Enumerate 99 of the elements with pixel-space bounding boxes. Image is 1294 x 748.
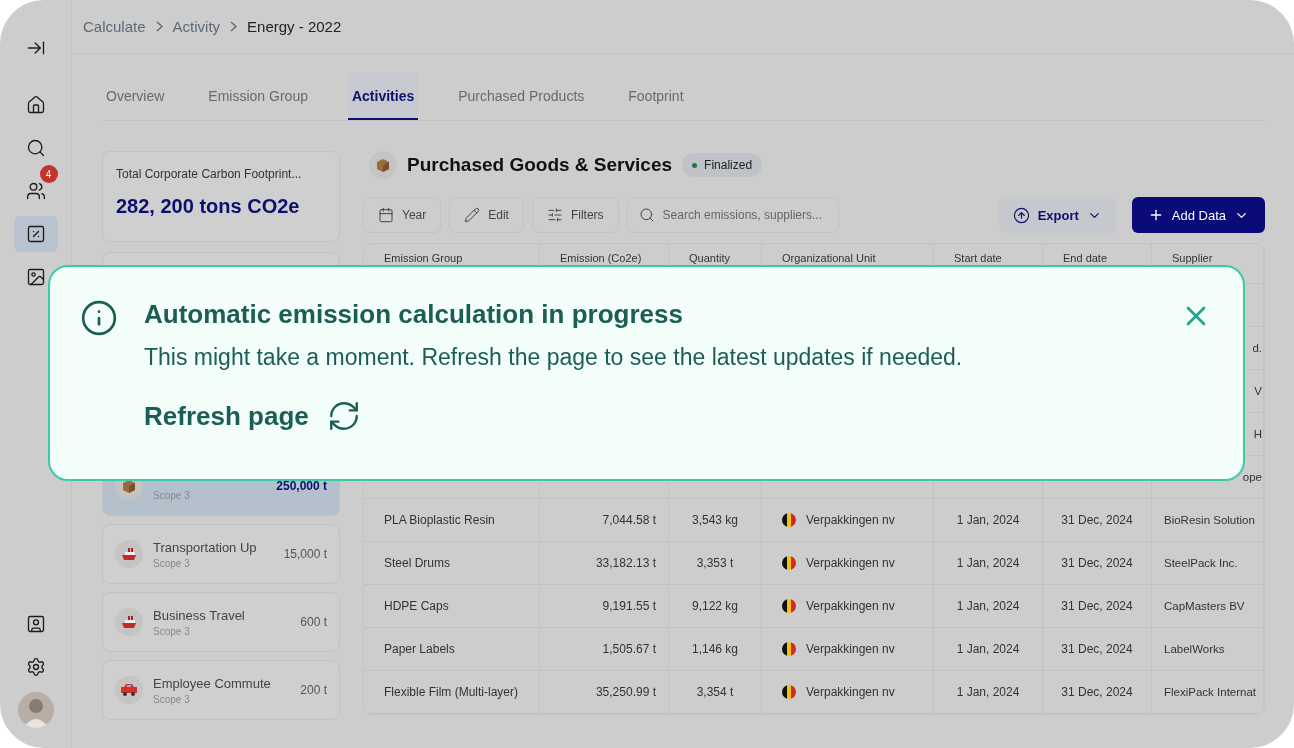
- flag-icon: [782, 599, 796, 613]
- pencil-icon: [464, 207, 481, 223]
- category-scope: Scope 3: [153, 558, 191, 569]
- table-cell: Flexible Film (Multi-layer): [364, 671, 540, 714]
- table-cell: 31 Dec, 2024: [1043, 499, 1152, 542]
- table-cell: 31 Dec, 2024: [1043, 628, 1152, 671]
- table-cell: 31 Dec, 2024: [1043, 585, 1152, 628]
- box-icon: [375, 157, 391, 173]
- tab[interactable]: Purchased Products: [454, 73, 589, 120]
- table-cell: 3,543 kg: [669, 499, 762, 542]
- table-cell: Verpakkingen nv: [806, 642, 895, 656]
- search-icon: [638, 207, 655, 223]
- table-cell: 9,122 kg: [669, 585, 762, 628]
- table-cell: HDPE Caps: [364, 585, 540, 628]
- users-icon: [25, 181, 46, 201]
- table-cell: Verpakkingen nv: [806, 556, 895, 570]
- percent-icon: [25, 224, 46, 244]
- table-cell: 3,353 t: [669, 542, 762, 585]
- category-name: Business Travel: [153, 608, 246, 623]
- export-button[interactable]: Export: [998, 197, 1116, 233]
- settings-icon: [25, 657, 46, 677]
- notification-badge: 4: [39, 165, 58, 183]
- table-cell: 1 Jan, 2024: [934, 671, 1043, 714]
- table-cell: Paper Labels: [364, 628, 540, 671]
- table-cell: 9,191.55 t: [540, 585, 669, 628]
- table-cell: Verpakkingen nv: [806, 685, 895, 699]
- category-card[interactable]: Business Travel Scope 3 600 t: [102, 592, 340, 652]
- page-title: Purchased Goods & Services: [407, 154, 673, 176]
- category-value: 15,000 t: [283, 547, 327, 561]
- summary-label: Total Corporate Carbon Footprint...: [116, 167, 303, 181]
- toast-message: This might take a moment. Refresh the page to see the latest updates if needed.: [144, 344, 964, 371]
- sliders-icon: [546, 207, 563, 223]
- table-cell: 1 Jan, 2024: [934, 628, 1043, 671]
- table-cell: 31 Dec, 2024: [1043, 542, 1152, 585]
- table-cell: BioResin Solution: [1152, 499, 1264, 542]
- status-label: Finalized: [704, 158, 753, 172]
- flag-icon: [782, 685, 796, 699]
- category-name: Transportation Up: [153, 540, 258, 555]
- category-value: 200 t: [300, 683, 327, 697]
- table-cell: 35,250.99 t: [540, 671, 669, 714]
- breadcrumb-link[interactable]: Energy - 2022: [247, 18, 342, 35]
- category-card[interactable]: Employee Commute Scope 3 200 t: [102, 660, 340, 720]
- category-scope: Scope 3: [153, 694, 191, 705]
- info-icon: [80, 299, 118, 337]
- nav-button[interactable]: [13, 216, 58, 252]
- car-icon: [120, 683, 138, 697]
- avatar[interactable]: [17, 692, 54, 728]
- table-cell: SteelPack Inc.: [1152, 542, 1264, 585]
- category-name: Employee Commute: [153, 676, 272, 691]
- category-value: 600 t: [300, 615, 327, 629]
- ship-icon: [121, 614, 137, 630]
- table-cell: 33,182.13 t: [540, 542, 669, 585]
- category-scope: Scope 3: [153, 490, 191, 501]
- table-cell: CapMasters BV: [1152, 585, 1264, 628]
- table-cell: 1,505.67 t: [540, 628, 669, 671]
- refresh-link[interactable]: Refresh page: [144, 399, 361, 433]
- table-cell: 1,146 kg: [669, 628, 762, 671]
- table-cell: 3,354 t: [669, 671, 762, 714]
- table-cell: LabelWorks: [1152, 628, 1264, 671]
- flag-icon: [782, 556, 796, 570]
- category-value: 250,000 t: [276, 479, 327, 493]
- category-scope: Scope 3: [153, 626, 191, 637]
- flag-icon: [782, 513, 796, 527]
- table-cell: 1 Jan, 2024: [934, 542, 1043, 585]
- ship-icon: [121, 546, 137, 562]
- status-dot: [692, 162, 698, 168]
- table-cell: Steel Drums: [364, 542, 540, 585]
- summary-value: 282, 200 tons CO2e: [116, 195, 301, 218]
- tab[interactable]: Emission Group: [204, 73, 312, 120]
- chevron-icon: [230, 21, 238, 32]
- table-cell: 7,044.58 t: [540, 499, 669, 542]
- table-cell: Verpakkingen nv: [806, 599, 895, 613]
- table-cell: Verpakkingen nv: [806, 513, 895, 527]
- table-cell: 31 Dec, 2024: [1043, 671, 1152, 714]
- flag-icon: [782, 642, 796, 656]
- tab[interactable]: Activities: [347, 73, 419, 120]
- toolbar-button[interactable]: Filters: [531, 197, 619, 233]
- box-icon: [121, 478, 137, 494]
- category-card[interactable]: Transportation Up Scope 3 15,000 t: [102, 524, 340, 584]
- upload-icon: [1012, 206, 1030, 224]
- calendar-icon: [378, 207, 394, 223]
- search-field[interactable]: Search emissions, suppliers...: [626, 197, 839, 233]
- tab[interactable]: Footprint: [624, 73, 688, 120]
- table-cell: PLA Bioplastic Resin: [364, 499, 540, 542]
- breadcrumb-link[interactable]: Calculate: [83, 18, 146, 35]
- chevron-icon: [155, 21, 163, 32]
- add-data-button[interactable]: Add Data: [1131, 197, 1265, 233]
- search-icon: [25, 138, 46, 158]
- table-cell: FlexiPack Internat: [1152, 671, 1264, 714]
- home-icon: [25, 95, 46, 115]
- table-cell: 1 Jan, 2024: [934, 585, 1043, 628]
- toolbar-button[interactable]: Year: [363, 197, 442, 233]
- image-icon: [25, 267, 46, 287]
- toast-title: Automatic emission calculation in progress: [144, 299, 684, 330]
- tab[interactable]: Overview: [102, 73, 169, 120]
- profile-icon: [25, 614, 46, 634]
- breadcrumb-link[interactable]: Activity: [172, 18, 221, 35]
- toolbar-button[interactable]: Edit: [449, 197, 524, 233]
- table-cell: 1 Jan, 2024: [934, 499, 1043, 542]
